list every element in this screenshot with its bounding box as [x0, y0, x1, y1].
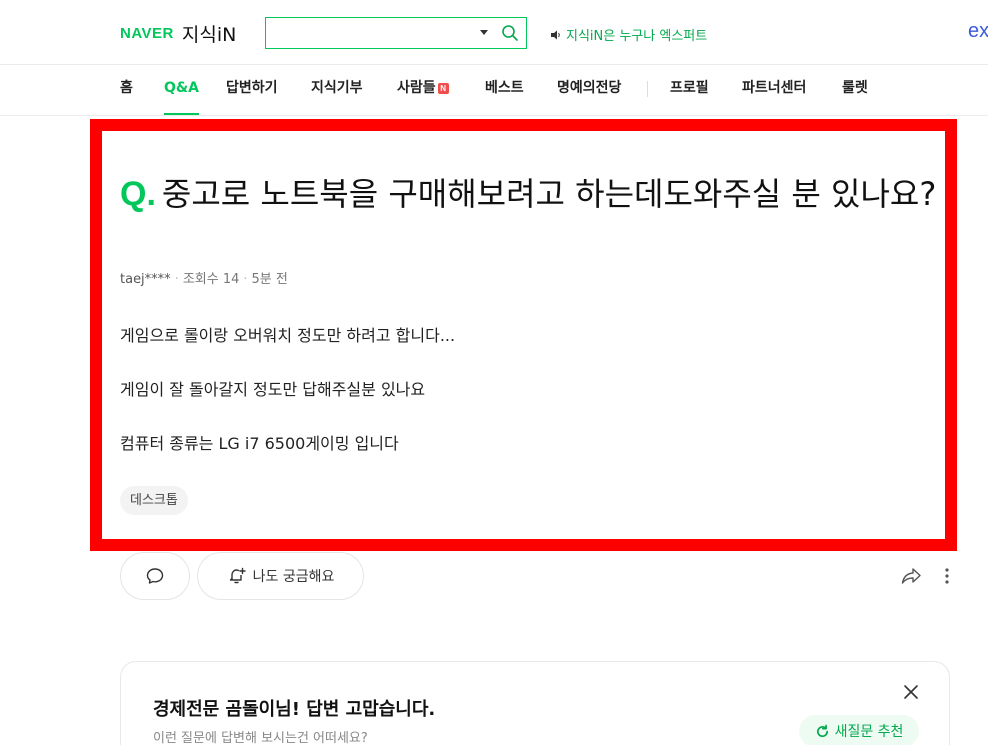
more-options-icon[interactable]	[940, 566, 954, 586]
nav-item-qna[interactable]: Q&A	[164, 65, 199, 115]
search-dropdown-caret-icon[interactable]	[480, 30, 488, 35]
expert-notice[interactable]: 지식iN은 누구나 엑스퍼트	[550, 25, 707, 44]
comment-button[interactable]	[120, 552, 190, 600]
expert-notice-text[interactable]: 지식iN은 누구나 엑스퍼트	[566, 25, 707, 44]
speaker-icon	[551, 30, 560, 39]
search-input[interactable]	[266, 18, 466, 47]
nav-item-profile[interactable]: 프로필	[670, 65, 709, 115]
nav-item-answer[interactable]: 답변하기	[226, 65, 278, 115]
thanks-card-title: 경제전문 곰돌이님! 답변 고맙습니다.	[153, 699, 436, 720]
nav-item-roulette[interactable]: 룰렛	[842, 65, 868, 115]
nav-item-partner-center[interactable]: 파트너센터	[742, 65, 806, 115]
thanks-card-subtitle: 이런 질문에 답변해 보시는건 어떠세요?	[153, 731, 368, 745]
close-icon[interactable]	[903, 684, 919, 700]
nav-item-best[interactable]: 베스트	[485, 65, 524, 115]
search-icon[interactable]	[501, 24, 519, 42]
nav-item-hall-of-fame[interactable]: 명예의전당	[557, 65, 621, 115]
main-nav: 홈 Q&A 답변하기 지식기부 사람들 N 베스트 명예의전당 프로필 파트너센터…	[0, 65, 988, 116]
bell-plus-icon	[229, 567, 246, 584]
highlight-box	[90, 119, 957, 551]
me-too-curious-button[interactable]: 나도 궁금해요	[197, 552, 364, 600]
search-box[interactable]	[265, 17, 527, 49]
thanks-card: 경제전문 곰돌이님! 답변 고맙습니다. 이런 질문에 답변해 보시는건 어떠세…	[120, 661, 950, 745]
nav-item-people[interactable]: 사람들 N	[397, 65, 449, 115]
expert-logo[interactable]: ex	[968, 20, 988, 43]
nav-item-people-label: 사람들	[397, 80, 436, 96]
kin-logo[interactable]: 지식iN	[182, 20, 236, 47]
new-badge: N	[437, 83, 449, 94]
share-icon[interactable]	[900, 566, 922, 586]
new-question-recommend-label: 새질문 추천	[834, 724, 904, 740]
site-logo[interactable]: NAVER 지식iN	[120, 20, 236, 46]
nav-divider	[647, 81, 648, 97]
nav-item-home[interactable]: 홈	[120, 65, 133, 115]
naver-logo[interactable]: NAVER	[120, 25, 174, 42]
top-header: NAVER 지식iN 지식iN은 누구나 엑스퍼트 ex	[0, 0, 988, 65]
me-too-curious-label: 나도 궁금해요	[252, 569, 335, 585]
new-question-recommend-button[interactable]: 새질문 추천	[799, 715, 919, 745]
nav-item-donate[interactable]: 지식기부	[311, 65, 363, 115]
comment-icon	[146, 568, 164, 584]
refresh-icon	[816, 724, 828, 737]
